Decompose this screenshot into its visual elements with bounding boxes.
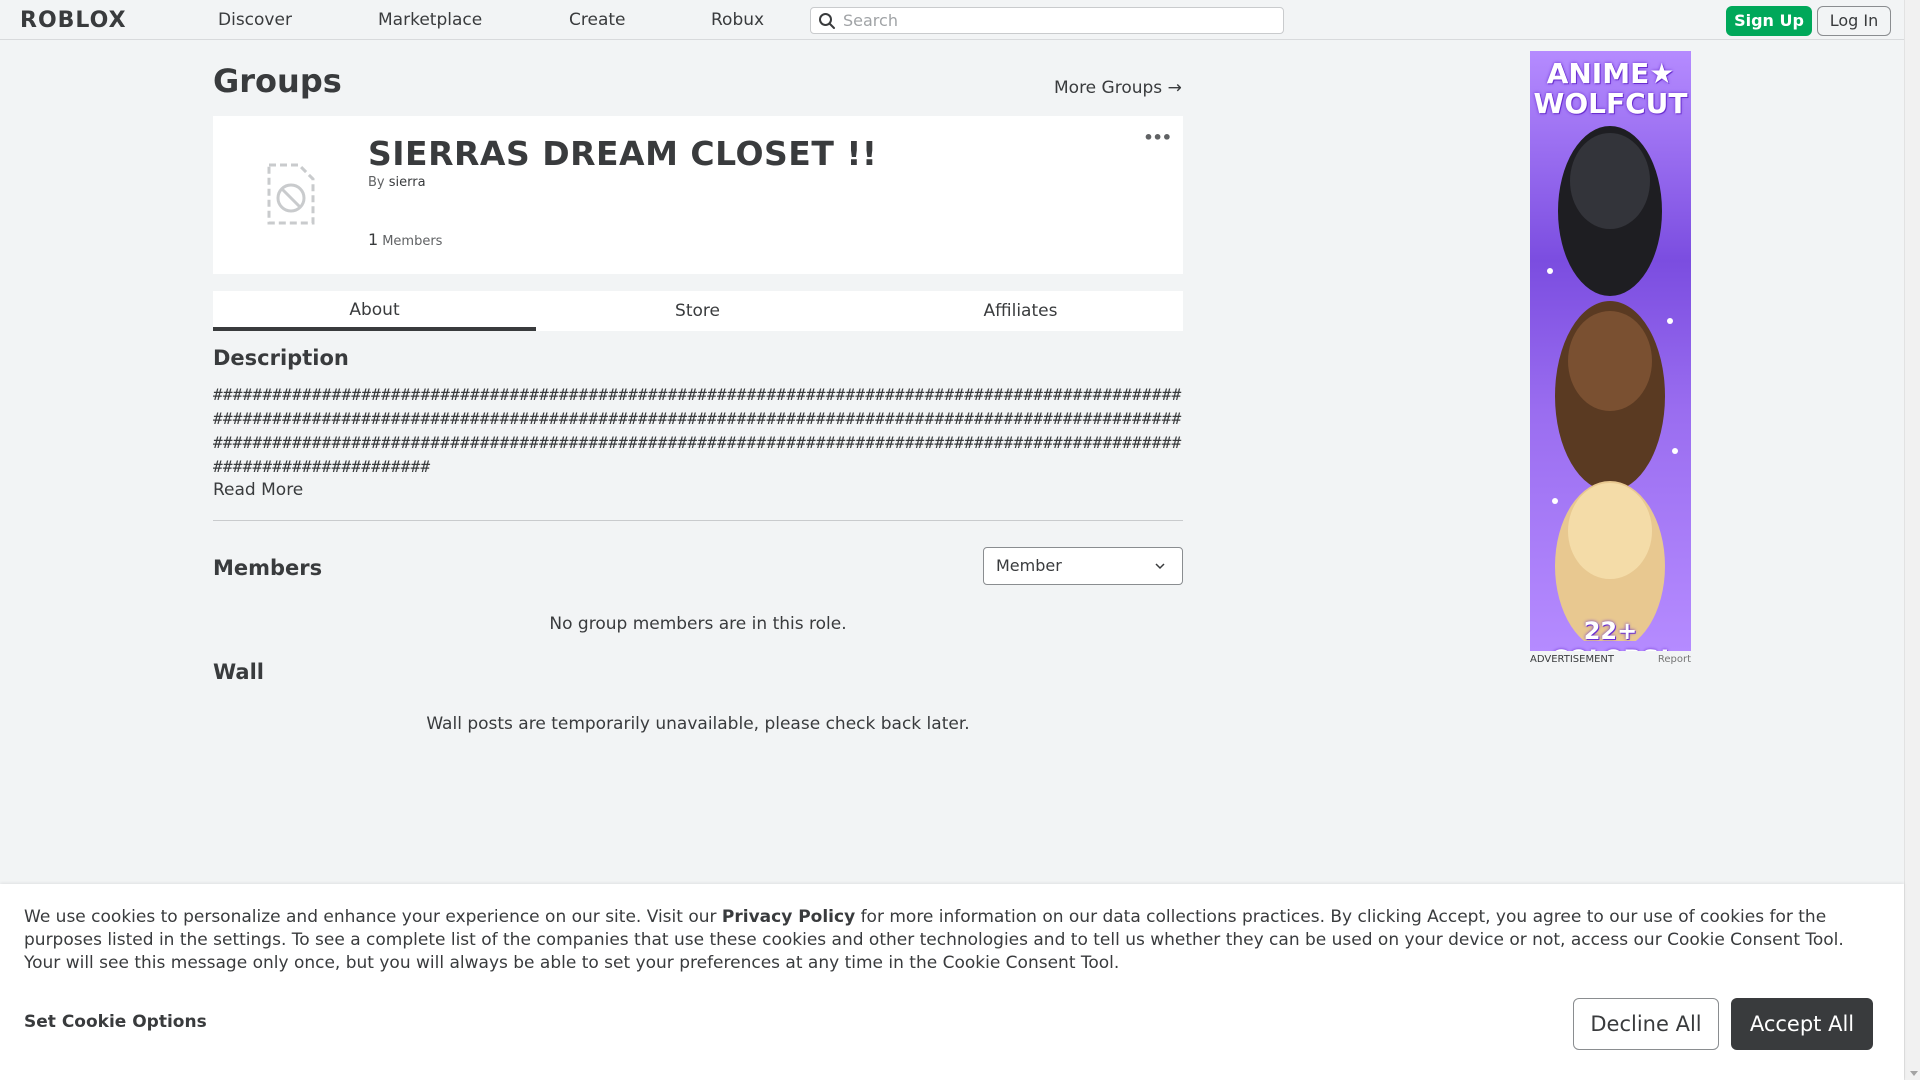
group-member-count: 1 Members <box>368 230 442 249</box>
cookie-message: We use cookies to personalize and enhanc… <box>24 906 1884 975</box>
nav-discover[interactable]: Discover <box>218 10 292 30</box>
top-nav: ROBLOX Discover Marketplace Create Robux… <box>0 0 1904 40</box>
group-emblem-placeholder-icon <box>265 161 317 231</box>
group-header-card: SIERRAS DREAM CLOSET !! By sierra 1 Membe… <box>213 116 1183 274</box>
member-count-label: Members <box>382 234 443 249</box>
tab-about[interactable]: About <box>213 291 536 331</box>
owner-link[interactable]: sierra <box>389 175 426 190</box>
group-description: ########################################… <box>213 385 1182 476</box>
search-icon <box>819 13 835 29</box>
ad-footer: ADVERTISEMENT Report <box>1530 654 1691 668</box>
logo-text: ROBLOX <box>20 8 127 33</box>
ad-headline-line1: ANIME★ <box>1546 57 1675 90</box>
page-title: Groups <box>213 62 342 100</box>
group-name: SIERRAS DREAM CLOSET !! <box>368 134 878 173</box>
ad-label: ADVERTISEMENT <box>1530 654 1615 665</box>
scroll-down-arrow-icon[interactable] <box>1910 1071 1918 1076</box>
page-scrollbar[interactable] <box>1904 0 1920 1080</box>
members-heading: Members <box>213 556 323 580</box>
wall-unavailable-message: Wall posts are temporarily unavailable, … <box>426 714 970 734</box>
tab-store[interactable]: Store <box>536 291 859 331</box>
role-dropdown[interactable]: Member <box>983 547 1183 585</box>
nav-robux[interactable]: Robux <box>711 10 764 30</box>
search-input[interactable] <box>843 11 1263 30</box>
decline-all-button[interactable]: Decline All <box>1573 998 1719 1050</box>
section-divider <box>213 520 1183 521</box>
members-empty-message: No group members are in this role. <box>549 614 847 634</box>
nav-create[interactable]: Create <box>569 10 626 30</box>
roblox-logo[interactable]: ROBLOX <box>20 8 127 33</box>
ad-hair-image <box>1547 126 1678 641</box>
nav-marketplace[interactable]: Marketplace <box>378 10 482 30</box>
signup-button[interactable]: Sign Up <box>1726 6 1812 36</box>
search-box[interactable] <box>810 7 1284 34</box>
set-cookie-options-link[interactable]: Set Cookie Options <box>24 1012 207 1032</box>
read-more-link[interactable]: Read More <box>213 480 303 500</box>
ad-report-link[interactable]: Report <box>1658 654 1691 665</box>
tab-affiliates[interactable]: Affiliates <box>859 291 1182 331</box>
group-owner: By sierra <box>368 175 426 190</box>
member-count-value: 1 <box>368 230 379 249</box>
wall-heading: Wall <box>213 660 264 684</box>
privacy-policy-link[interactable]: Privacy Policy <box>722 907 855 927</box>
cookie-banner: We use cookies to personalize and enhanc… <box>0 884 1904 1080</box>
ad-headline-line2: WOLFCUT <box>1533 87 1688 120</box>
more-groups-link[interactable]: More Groups → <box>1054 78 1182 98</box>
ad-footer-text: 22+ COLORS! <box>1551 617 1671 651</box>
group-tabs: About Store Affiliates <box>213 291 1183 331</box>
more-options-icon[interactable]: ••• <box>1143 128 1172 147</box>
role-dropdown-value: Member <box>996 556 1062 575</box>
login-button[interactable]: Log In <box>1817 6 1891 36</box>
advertisement-banner[interactable]: ANIME★ WOLFCUT 22+ COLORS! <box>1530 51 1691 651</box>
description-heading: Description <box>213 346 349 370</box>
cookie-text-before: We use cookies to personalize and enhanc… <box>24 907 722 927</box>
owner-by-label: By <box>368 175 385 190</box>
chevron-down-icon <box>1155 563 1165 570</box>
accept-all-button[interactable]: Accept All <box>1731 998 1873 1050</box>
